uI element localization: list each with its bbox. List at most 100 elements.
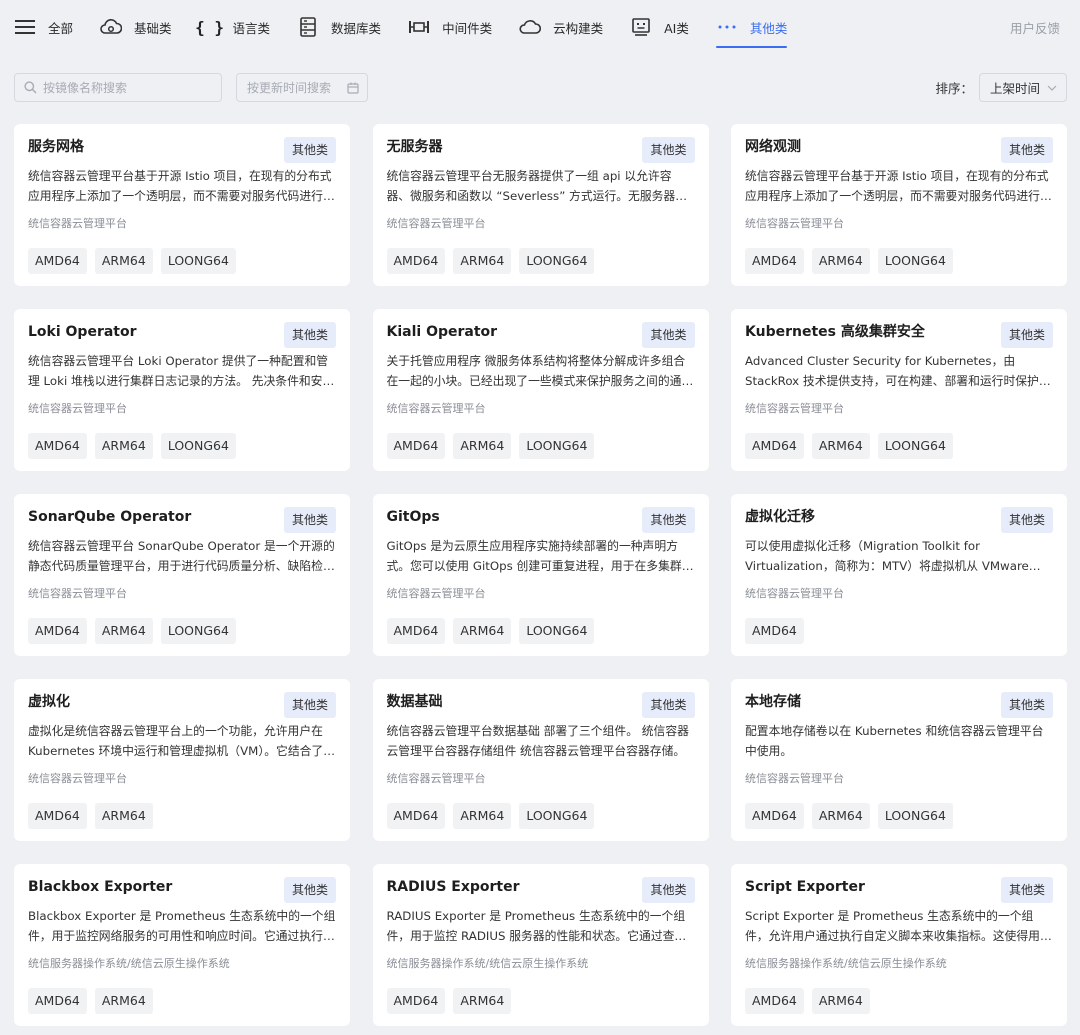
search-box <box>14 73 222 102</box>
arch-tag: ARM64 <box>811 803 870 829</box>
nav-item-cloud-build[interactable]: 云构建类 <box>519 0 603 54</box>
nav-item-database[interactable]: 数据库类 <box>297 0 381 54</box>
arch-tag: LOONG64 <box>877 248 953 274</box>
chevron-down-icon <box>1047 85 1057 91</box>
arch-tag: AMD64 <box>386 433 446 459</box>
card-vendor: 统信服务器操作系统/统信云原生操作系统 <box>745 957 947 970</box>
arch-tag: AMD64 <box>28 618 87 644</box>
card-description: 配置本地存储卷以在 Kubernetes 和统信容器云管理平台中使用。 <box>745 724 1044 758</box>
card-description: Advanced Cluster Security for Kubernetes… <box>745 354 1051 388</box>
image-card[interactable]: 虚拟化迁移 其他类 可以使用虚拟化迁移（Migration Toolkit fo… <box>731 494 1067 656</box>
nav-item-ai[interactable]: AI类 <box>630 0 689 54</box>
nav-item-language[interactable]: { } 语言类 <box>195 0 271 54</box>
arch-tag: AMD64 <box>386 248 446 274</box>
card-title: Kiali Operator <box>386 324 498 340</box>
arch-tag: AMD64 <box>745 988 804 1014</box>
image-card[interactable]: 服务网格 其他类 统信容器云管理平台基于开源 Istio 项目，在现有的分布式应… <box>14 124 350 286</box>
nav-item-basic[interactable]: 基础类 <box>100 0 172 54</box>
category-badge: 其他类 <box>642 692 695 718</box>
arch-tag: AMD64 <box>745 433 804 459</box>
image-card[interactable]: 本地存储 其他类 配置本地存储卷以在 Kubernetes 和统信容器云管理平台… <box>731 679 1067 841</box>
image-card[interactable]: RADIUS Exporter 其他类 RADIUS Exporter 是 Pr… <box>372 864 709 1026</box>
arch-tags: AMD64 ARM64 LOONG64 <box>386 248 603 274</box>
category-badge: 其他类 <box>283 507 336 533</box>
date-input[interactable] <box>247 80 339 95</box>
category-badge: 其他类 <box>1000 692 1053 718</box>
card-description: Script Exporter 是 Prometheus 生态系统中的一个组件，… <box>745 909 1052 943</box>
arch-tags: AMD64 ARM64 LOONG64 <box>386 433 603 459</box>
arch-tag: ARM64 <box>453 803 512 829</box>
image-card[interactable]: Script Exporter 其他类 Script Exporter 是 Pr… <box>731 864 1067 1026</box>
arch-tag: LOONG64 <box>519 433 595 459</box>
card-description: GitOps 是为云原生应用程序实施持续部署的一种声明方式。您可以使用 GitO… <box>386 539 694 573</box>
arch-tag: ARM64 <box>94 248 153 274</box>
nav-item-other[interactable]: 其他类 <box>715 0 788 54</box>
card-description: 统信容器云管理平台 Loki Operator 提供了一种配置和管理 Loki … <box>28 354 335 388</box>
card-title: RADIUS Exporter <box>386 879 520 895</box>
image-card[interactable]: 数据基础 其他类 统信容器云管理平台数据基础 部署了三个组件。 统信容器云管理平… <box>372 679 709 841</box>
card-vendor: 统信服务器操作系统/统信云原生操作系统 <box>28 957 230 970</box>
image-card[interactable]: Blackbox Exporter 其他类 Blackbox Exporter … <box>14 864 350 1026</box>
card-description: 统信容器云管理平台基于开源 Istio 项目，在现有的分布式应用程序上添加了一个… <box>28 169 335 203</box>
feedback-link[interactable]: 用户反馈 <box>1010 18 1060 37</box>
nav-item-label: 数据库类 <box>331 20 382 36</box>
card-description: 关于托管应用程序 微服务体系结构将整体分解成许多组合在一起的小块。已经出现了一些… <box>386 354 686 388</box>
card-vendor: 统信容器云管理平台 <box>386 217 486 230</box>
category-badge: 其他类 <box>283 137 336 163</box>
card-title: GitOps <box>386 509 440 525</box>
search-input[interactable] <box>43 80 213 95</box>
card-title: 无服务器 <box>386 139 443 155</box>
image-card-grid: 服务网格 其他类 统信容器云管理平台基于开源 Istio 项目，在现有的分布式应… <box>14 124 1067 1026</box>
card-vendor: 统信容器云管理平台 <box>386 587 486 600</box>
sort-value: 上架时间 <box>990 81 1041 96</box>
card-description: 统信容器云管理平台 SonarQube Operator 是一个开源的静态代码质… <box>28 539 335 573</box>
arch-tag: AMD64 <box>745 248 804 274</box>
image-card[interactable]: 无服务器 其他类 统信容器云管理平台无服务器提供了一组 api 以允许容器、微服… <box>372 124 709 286</box>
image-card[interactable]: Loki Operator 其他类 统信容器云管理平台 Loki Operato… <box>14 309 350 471</box>
category-badge: 其他类 <box>642 322 695 348</box>
arch-tag: LOONG64 <box>160 433 236 459</box>
card-vendor: 统信服务器操作系统/统信云原生操作系统 <box>386 957 589 970</box>
arch-tags: AMD64 ARM64 LOONG64 <box>28 618 244 644</box>
sort-control: 排序： 上架时间 <box>935 73 1067 102</box>
arch-tags: AMD64 ARM64 LOONG64 <box>745 803 961 829</box>
image-card[interactable]: Kiali Operator 其他类 关于托管应用程序 微服务体系结构将整体分解… <box>372 309 709 471</box>
card-vendor: 统信容器云管理平台 <box>386 772 486 785</box>
card-title: 本地存储 <box>745 694 801 710</box>
database-icon <box>297 16 319 38</box>
card-vendor: 统信容器云管理平台 <box>745 587 844 600</box>
image-card[interactable]: SonarQube Operator 其他类 统信容器云管理平台 SonarQu… <box>14 494 350 656</box>
sort-select[interactable]: 上架时间 <box>979 73 1067 102</box>
arch-tag: AMD64 <box>28 988 87 1014</box>
middleware-icon <box>408 16 430 38</box>
card-vendor: 统信容器云管理平台 <box>28 772 127 785</box>
arch-tag: LOONG64 <box>160 618 236 644</box>
arch-tag: AMD64 <box>28 803 87 829</box>
nav-item-middleware[interactable]: 中间件类 <box>408 0 492 54</box>
category-badge: 其他类 <box>283 322 336 348</box>
card-title: 虚拟化迁移 <box>745 509 815 525</box>
sort-label: 排序： <box>935 81 973 96</box>
image-card[interactable]: 虚拟化 其他类 虚拟化是统信容器云管理平台上的一个功能，允许用户在 Kubern… <box>14 679 350 841</box>
nav-item-label: 语言类 <box>232 20 271 36</box>
calendar-icon[interactable] <box>347 82 359 94</box>
nav-item-all[interactable]: 全部 <box>14 0 73 54</box>
arch-tags: AMD64 ARM64 LOONG64 <box>386 803 603 829</box>
card-description: Blackbox Exporter 是 Prometheus 生态系统中的一个组… <box>28 909 336 943</box>
nav-item-label: 其他类 <box>749 20 788 36</box>
card-title: Loki Operator <box>28 324 137 340</box>
card-vendor: 统信容器云管理平台 <box>28 587 127 600</box>
arch-tag: ARM64 <box>811 988 870 1014</box>
image-card[interactable]: 网络观测 其他类 统信容器云管理平台基于开源 Istio 项目，在现有的分布式应… <box>731 124 1067 286</box>
arch-tags: AMD64 ARM64 LOONG64 <box>28 433 244 459</box>
arch-tag: ARM64 <box>811 433 870 459</box>
card-vendor: 统信容器云管理平台 <box>745 217 844 230</box>
image-card[interactable]: Kubernetes 高级集群安全 其他类 Advanced Cluster S… <box>731 309 1067 471</box>
image-card[interactable]: GitOps 其他类 GitOps 是为云原生应用程序实施持续部署的一种声明方式… <box>372 494 709 656</box>
arch-tags: AMD64 ARM64 LOONG64 <box>28 248 244 274</box>
arch-tag: LOONG64 <box>519 803 595 829</box>
card-vendor: 统信容器云管理平台 <box>28 402 127 415</box>
category-badge: 其他类 <box>1000 137 1053 163</box>
arch-tag: LOONG64 <box>519 618 595 644</box>
card-description: 可以使用虚拟化迁移（Migration Toolkit for Virtuali… <box>745 539 1029 573</box>
